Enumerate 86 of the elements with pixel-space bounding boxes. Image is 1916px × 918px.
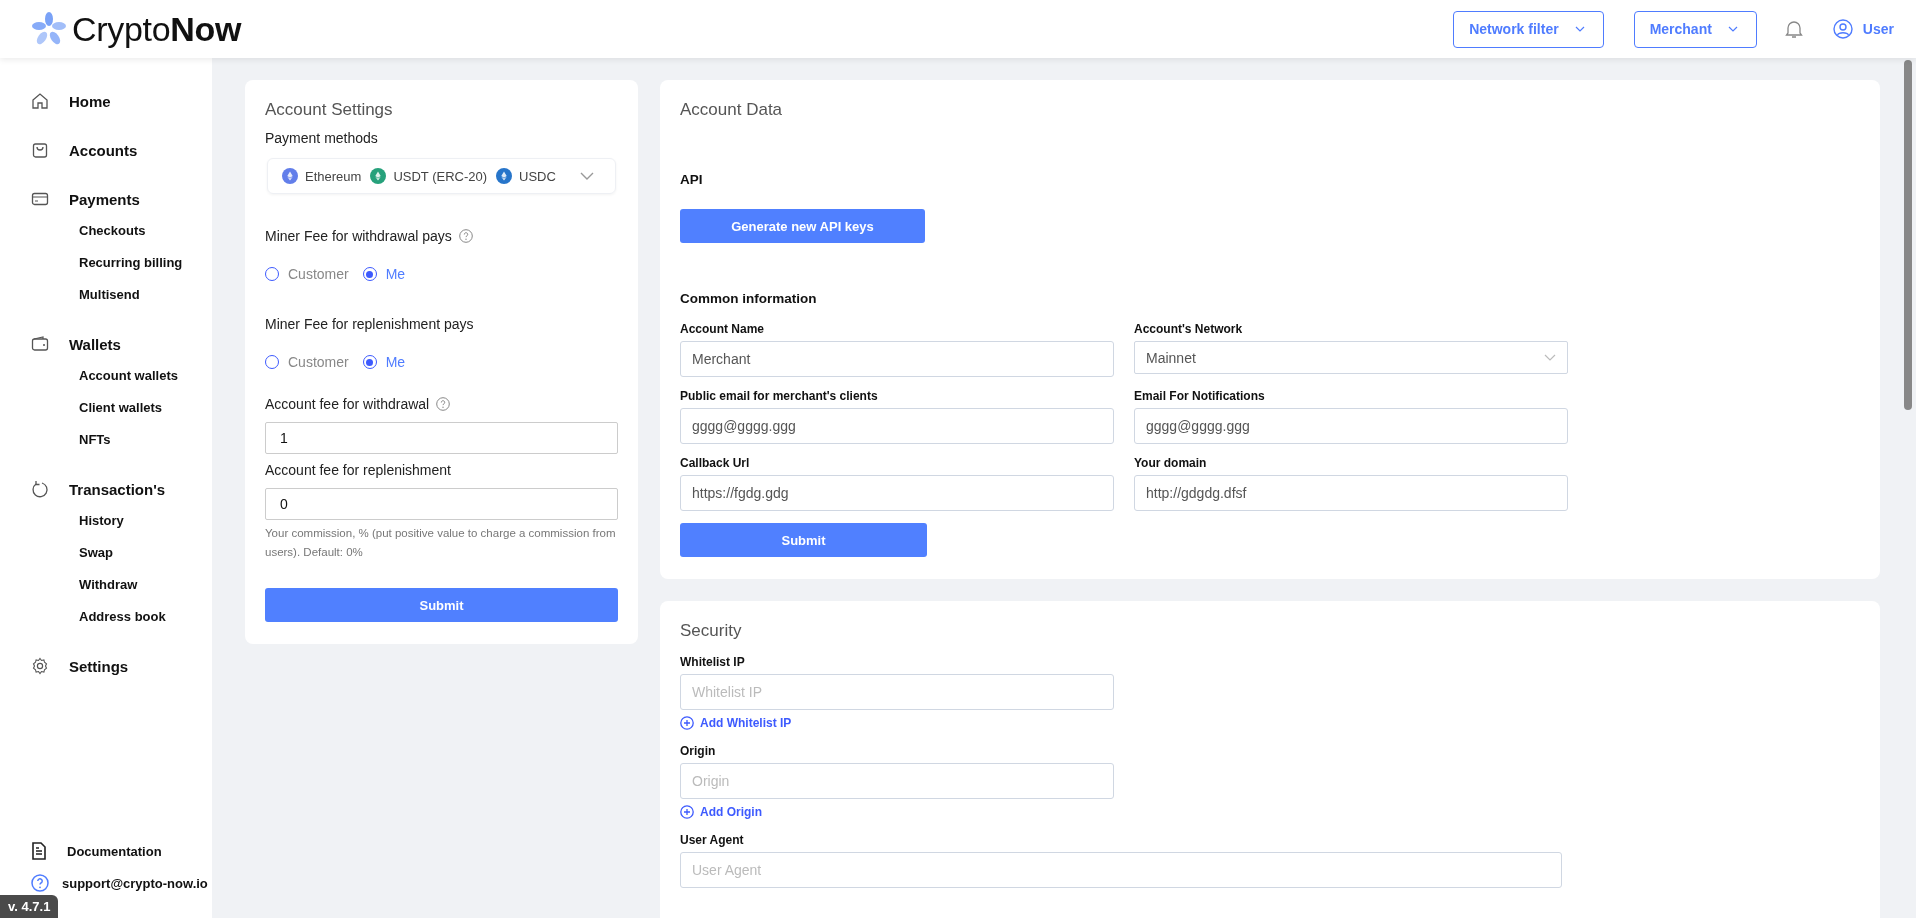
network-filter-dropdown[interactable]: Network filter — [1453, 10, 1604, 48]
chevron-down-icon — [580, 172, 594, 180]
plus-circle-icon — [680, 716, 694, 730]
field-label: User Agent — [680, 833, 745, 847]
input-field[interactable]: 0 — [265, 488, 618, 520]
sidebar-item[interactable]: Settings — [0, 651, 212, 681]
add-link[interactable]: Add Whitelist IP — [680, 716, 1114, 730]
wallet-icon — [31, 335, 49, 353]
field-label: Callback Url — [680, 456, 751, 470]
sidebar-subitem[interactable]: Multisend — [0, 278, 212, 310]
payment-method-label: Ethereum — [305, 168, 362, 184]
field-label: Miner Fee for replenishment pays — [265, 316, 474, 332]
field-label: Account Name — [680, 322, 766, 336]
flower-logo-icon — [32, 12, 66, 46]
input-field[interactable]: Whitelist IP — [680, 674, 1114, 710]
shopping-bag-icon — [31, 141, 49, 159]
field-label: Account fee for withdrawal — [265, 396, 430, 412]
field-label: Miner Fee for withdrawal pays — [265, 228, 452, 244]
chevron-down-icon — [1727, 26, 1738, 32]
input-field[interactable]: User Agent — [680, 852, 1562, 888]
card-title: Account Data — [680, 100, 784, 120]
section-heading: Common information — [680, 291, 818, 306]
help-icon — [31, 874, 49, 892]
sidebar-subitem[interactable]: Client wallets — [0, 391, 212, 423]
radio-option[interactable]: Me — [362, 354, 406, 370]
hint-text: Your commission, % (put positive value to charge a commission from users). Default: 0% — [265, 526, 617, 560]
submit-button[interactable]: Submit — [680, 523, 927, 557]
logo-text: CryptoNow — [72, 9, 242, 49]
sidebar-link[interactable]: support@crypto-now.io — [0, 874, 212, 892]
home-icon — [31, 92, 49, 110]
radio-option[interactable]: Me — [362, 266, 406, 282]
field-label: Account's Network — [1134, 322, 1244, 336]
card-title: Account Settings — [265, 100, 394, 120]
add-link[interactable]: Add Origin — [680, 805, 1114, 819]
help-icon — [436, 397, 451, 411]
sidebar-item[interactable]: Transaction's — [0, 474, 212, 504]
sidebar-item[interactable]: Home — [0, 86, 212, 116]
input-field[interactable]: https://fgdg.gdg — [680, 475, 1114, 511]
payment-methods-select[interactable]: Ethereum USDT (ERC-20) USDC — [267, 158, 616, 194]
radio-option[interactable]: Customer — [265, 354, 349, 370]
field-label: Your domain — [1134, 456, 1208, 470]
user-avatar-icon — [1832, 19, 1853, 39]
credit-card-icon — [31, 190, 49, 208]
input-field[interactable]: gggg@gggg.ggg — [680, 408, 1114, 444]
radio-option[interactable]: Customer — [265, 266, 349, 282]
sidebar-subitem[interactable]: Swap — [0, 536, 212, 568]
field-label: Public email for merchant's clients — [680, 389, 879, 403]
sidebar-subitem[interactable]: Checkouts — [0, 214, 212, 246]
document-icon — [31, 842, 47, 860]
plus-circle-icon — [680, 805, 694, 819]
payment-method-label: USDT (ERC-20) — [393, 168, 488, 184]
input-field[interactable]: 1 — [265, 422, 618, 454]
card-title: Security — [680, 621, 743, 641]
input-field[interactable]: http://gdgdg.dfsf — [1134, 475, 1568, 511]
sidebar-subitem[interactable]: Withdraw — [0, 568, 212, 600]
user-menu[interactable]: User — [1832, 19, 1894, 39]
field-label: Origin — [680, 744, 717, 758]
sidebar-link[interactable]: Documentation — [0, 842, 212, 860]
chevron-down-icon — [1574, 26, 1585, 32]
field-label: Account fee for replenishment — [265, 462, 451, 478]
sidebar-item[interactable]: Wallets — [0, 329, 212, 359]
sidebar-item[interactable]: Accounts — [0, 135, 212, 165]
input-field[interactable]: Origin — [680, 763, 1114, 799]
payment-method-label: USDC — [519, 168, 556, 184]
generate-api-keys-button[interactable]: Generate new API keys — [680, 209, 925, 243]
section-heading: API — [680, 172, 704, 187]
version-badge: v. 4.7.1 — [0, 895, 59, 918]
sidebar-subitem[interactable]: Address book — [0, 600, 212, 632]
history-icon — [31, 480, 49, 498]
chevron-down-icon — [1544, 354, 1556, 361]
help-icon — [458, 229, 473, 243]
field-label: Email For Notifications — [1134, 389, 1266, 403]
sidebar-subitem[interactable]: Account wallets — [0, 359, 212, 391]
network-select[interactable]: Mainnet — [1134, 341, 1568, 374]
sidebar-subitem[interactable]: History — [0, 504, 212, 536]
field-label: Whitelist IP — [680, 655, 746, 669]
input-field[interactable]: Merchant — [680, 341, 1114, 377]
bell-icon[interactable] — [1784, 19, 1803, 39]
input-field[interactable]: gggg@gggg.ggg — [1134, 408, 1568, 444]
sidebar-subitem[interactable]: NFTs — [0, 423, 212, 455]
sidebar-subitem[interactable]: Recurring billing — [0, 246, 212, 278]
submit-button[interactable]: Submit — [265, 588, 618, 622]
field-label: Payment methods — [265, 130, 379, 146]
settings-icon — [31, 657, 49, 675]
sidebar-item[interactable]: Payments — [0, 184, 212, 214]
merchant-dropdown[interactable]: Merchant — [1633, 10, 1757, 48]
